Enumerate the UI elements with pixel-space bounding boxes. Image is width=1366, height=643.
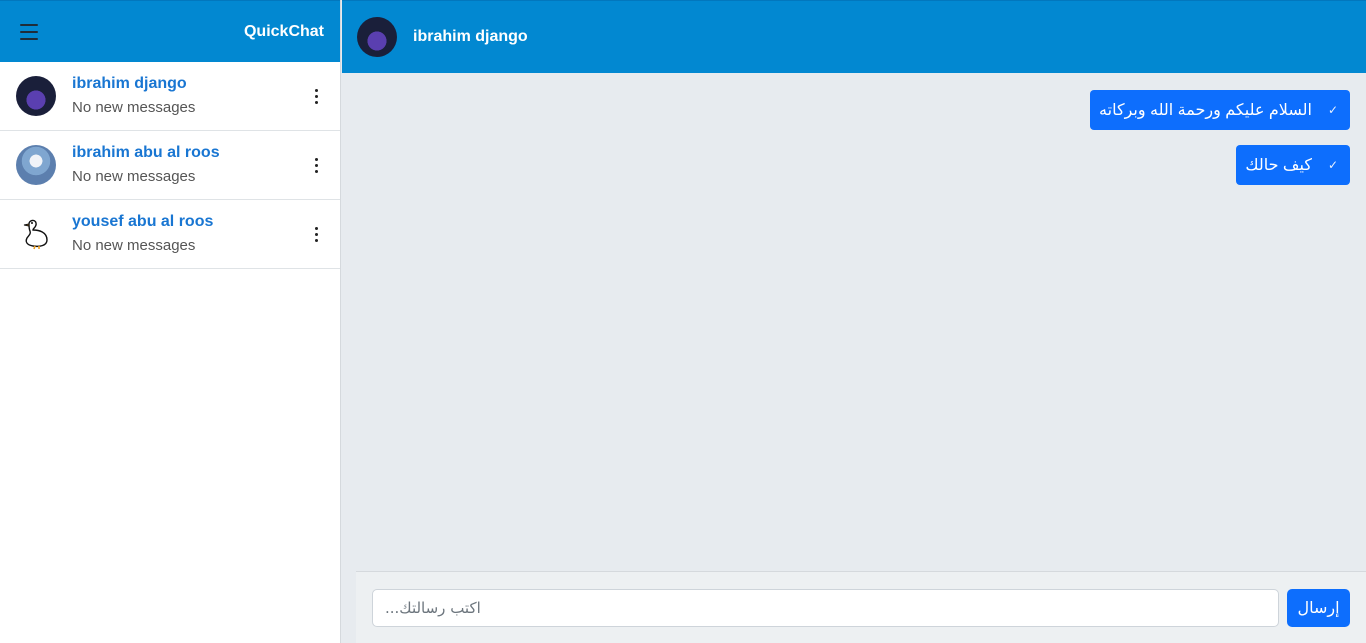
message-bubble: كيف حالك ✓ [1236, 145, 1350, 185]
contact-item[interactable]: yousef abu al roos No new messages [0, 200, 340, 269]
contact-name: ibrahim django [72, 75, 187, 92]
contact-status: No new messages [72, 237, 196, 254]
message-list: السلام عليكم ورحمة الله وبركاته ✓ كيف حا… [342, 73, 1366, 571]
avatar [357, 17, 397, 57]
message-text: كيف حالك [1245, 157, 1312, 174]
contact-status: No new messages [72, 99, 196, 116]
menu-icon[interactable] [20, 23, 40, 40]
message-text: السلام عليكم ورحمة الله وبركاته [1099, 102, 1312, 119]
contact-name: ibrahim abu al roos [72, 144, 220, 161]
chat-title: ibrahim django [413, 28, 528, 45]
message-input[interactable] [372, 588, 1279, 627]
duck-icon [23, 219, 48, 250]
chat-panel: ibrahim django السلام عليكم ورحمة الله و… [342, 0, 1366, 643]
check-icon: ✓ [1327, 103, 1338, 117]
sidebar-header: QuickChat [0, 0, 340, 62]
more-options-icon[interactable] [308, 155, 324, 175]
send-button[interactable]: إرسال [1287, 588, 1350, 627]
check-icon: ✓ [1327, 158, 1338, 172]
avatar [16, 145, 56, 185]
message-composer: إرسال [356, 571, 1366, 643]
contact-item[interactable]: ibrahim django No new messages [0, 62, 340, 131]
more-options-icon[interactable] [308, 86, 324, 106]
more-options-icon[interactable] [308, 224, 324, 244]
chat-header: ibrahim django [342, 0, 1366, 73]
app-title: QuickChat [243, 22, 324, 40]
avatar [16, 76, 56, 116]
sidebar: QuickChat ibrahim django No new messages… [0, 0, 341, 643]
avatar [16, 214, 56, 254]
contact-name: yousef abu al roos [72, 213, 214, 230]
contact-item[interactable]: ibrahim abu al roos No new messages [0, 131, 340, 200]
message-bubble: السلام عليكم ورحمة الله وبركاته ✓ [1090, 90, 1350, 130]
contact-status: No new messages [72, 168, 196, 185]
